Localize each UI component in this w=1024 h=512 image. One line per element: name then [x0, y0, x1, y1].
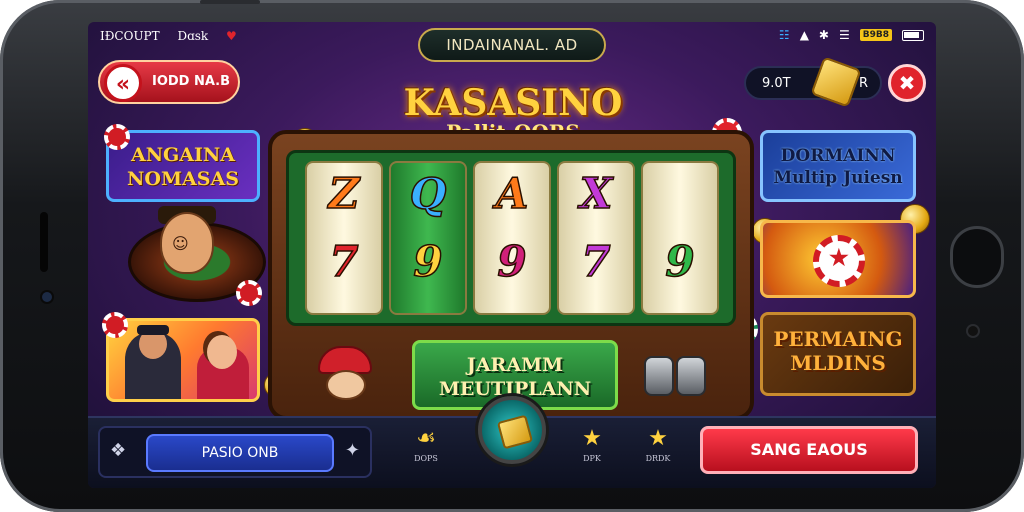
- nav-drdk[interactable]: ★ DRDK: [628, 426, 688, 463]
- dealer-face: ☺: [172, 234, 189, 253]
- back-pill[interactable]: « IODD NA.B: [98, 60, 240, 104]
- reel-symbol: 7: [581, 236, 612, 287]
- players-card[interactable]: [106, 318, 260, 402]
- spin-button[interactable]: [478, 396, 546, 464]
- promo-card-right-bottom[interactable]: PERMAING MLDINS: [760, 312, 916, 396]
- mascot-icon: [312, 346, 378, 402]
- promo-left-top-line1: ANGAINA: [130, 144, 236, 166]
- bluetooth-icon: ✱: [818, 28, 829, 42]
- back-label: IODD NA.B: [152, 74, 231, 89]
- battery-label: B9B8: [859, 29, 892, 41]
- nav-dpk[interactable]: ★ DPK: [562, 426, 622, 463]
- star-icon: ★: [582, 426, 602, 451]
- horn-icon: ☙: [416, 426, 436, 451]
- status-carrier: Dɑsk: [177, 29, 209, 43]
- reel-symbol: Z: [328, 168, 360, 219]
- status-text: IÐCOUPT: [100, 29, 160, 43]
- phone-frame: IÐCOUPT Dɑsk ♥ ☷ ▲ ✱ ☰ B9B8 INDAINANAL. …: [0, 0, 1024, 512]
- volume-button[interactable]: [200, 0, 260, 4]
- chip-outline-icon[interactable]: ❖: [110, 440, 126, 461]
- reel-symbol: A: [495, 168, 529, 219]
- bet-input[interactable]: PASIO ONB: [146, 434, 334, 472]
- nav-label: DOPS: [414, 454, 438, 463]
- top-banner[interactable]: INDAINANAL. AD: [418, 28, 606, 62]
- reel-2: Q 9: [389, 161, 467, 315]
- promo-left-top-line2: NOMASAS: [127, 168, 239, 190]
- jackpot-line1: JARAMM: [466, 354, 564, 376]
- casino-chip-icon: [236, 280, 262, 306]
- star-icon: ★: [648, 426, 668, 451]
- slot-machine: Z 7 Q 9 A 9 X 7 9 JARAMM MEUTIPLANN: [268, 130, 754, 420]
- wifi-icon: ☷: [778, 28, 790, 42]
- promo-card-right-mid[interactable]: [760, 220, 916, 298]
- promo-right-top-line2: Multip Juiesn: [773, 168, 903, 188]
- title-main: KASASINO: [403, 82, 623, 124]
- player-cap: [137, 325, 169, 335]
- bottom-bar: ❖ PASIO ONB ✦ ☙ DOPS ★ DPK ★ DRDK SANG E…: [88, 396, 936, 488]
- close-button[interactable]: ✖: [888, 64, 926, 102]
- nav-dops[interactable]: ☙ DOPS: [396, 426, 456, 463]
- sensor: [968, 326, 978, 336]
- player-head-female: [207, 335, 237, 369]
- bet-control: ❖ PASIO ONB ✦: [98, 426, 372, 478]
- reel-symbol: Q: [409, 168, 447, 219]
- reel-1: Z 7: [305, 161, 383, 315]
- home-button[interactable]: [950, 226, 1004, 288]
- reel-5: 9: [641, 161, 719, 315]
- signal-icon: ▲: [799, 28, 809, 42]
- casino-chip-icon: [104, 124, 130, 150]
- reel-3: A 9: [473, 161, 551, 315]
- promo-right-top-line1: DORMAINN: [780, 146, 896, 166]
- binoculars-icon: [644, 356, 710, 396]
- diamond-icon[interactable]: ✦: [345, 440, 360, 461]
- star-chip-icon: [813, 235, 865, 287]
- reel-symbol: 9: [413, 236, 444, 287]
- speaker-grille: [40, 212, 48, 272]
- promo-card-right-top[interactable]: DORMAINN Multip Juiesn: [760, 130, 916, 202]
- promo-right-bot-line2: MLDINS: [790, 351, 886, 375]
- promo-right-bot-line1: PERMAING: [773, 327, 903, 351]
- battery-icon: [902, 29, 924, 41]
- reel-symbol: 9: [497, 236, 528, 287]
- reel-window: Z 7 Q 9 A 9 X 7 9: [286, 150, 736, 326]
- game-screen: IÐCOUPT Dɑsk ♥ ☷ ▲ ✱ ☰ B9B8 INDAINANAL. …: [88, 22, 936, 488]
- heart-icon: ♥: [226, 29, 237, 43]
- reel-symbol: 7: [329, 236, 360, 287]
- reel-symbol: X: [579, 168, 613, 219]
- reel-4: X 7: [557, 161, 635, 315]
- nav-label: DRDK: [645, 454, 671, 463]
- cta-button[interactable]: SANG EAOUS: [700, 426, 918, 474]
- casino-chip-icon: [102, 312, 128, 338]
- coin-balance[interactable]: 9.0T R: [744, 56, 882, 108]
- reel-symbol: 9: [665, 236, 696, 287]
- gold-cube-icon: [810, 56, 862, 108]
- coin-amount: 9.0T: [762, 76, 791, 91]
- back-arrow-icon[interactable]: «: [104, 64, 142, 102]
- front-camera: [42, 292, 52, 302]
- bars-icon: ☰: [838, 28, 850, 42]
- nav-label: DPK: [583, 454, 601, 463]
- coin-tail: R: [858, 76, 868, 91]
